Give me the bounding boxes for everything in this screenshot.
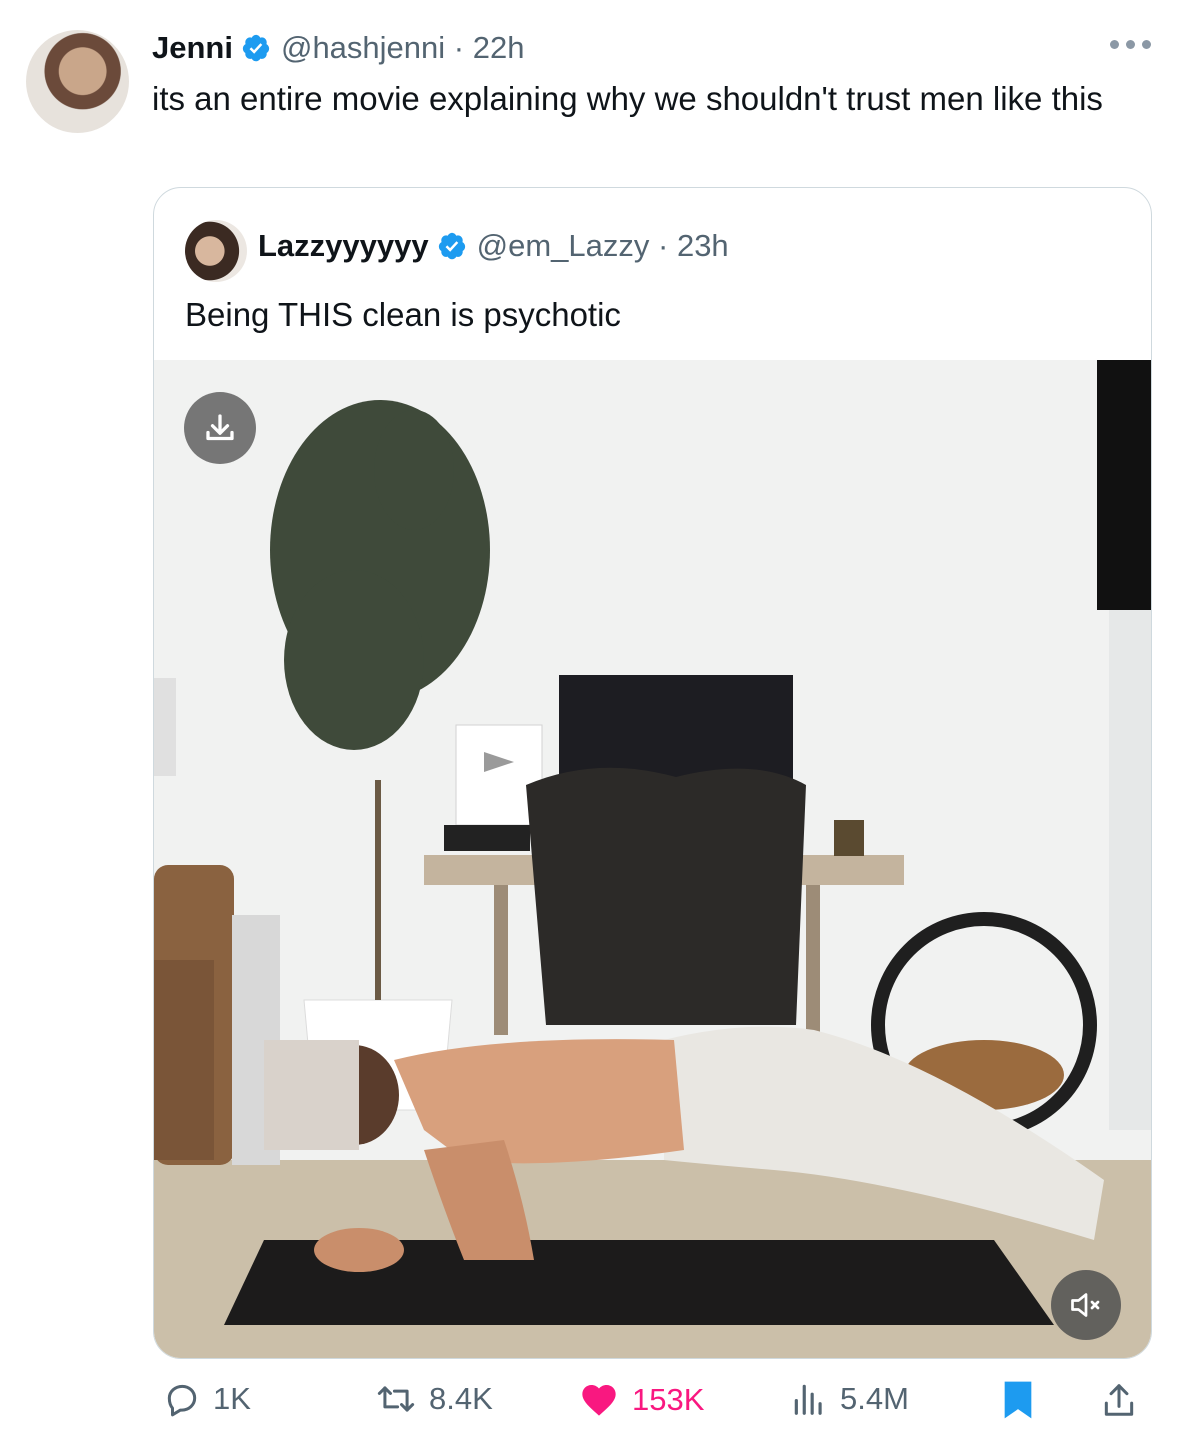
tweet-header: Jenni @hashjenni · 22h [152,28,524,68]
tweet-time[interactable]: 22h [473,30,525,66]
like-count: 153K [632,1382,705,1417]
more-icon[interactable] [1110,40,1151,49]
mute-icon [1071,1293,1100,1317]
separator-dot: · [649,228,677,263]
views-icon [794,1384,822,1415]
quoted-author-name[interactable]: Lazzyyyyyy [258,228,429,264]
reply-icon [167,1384,197,1417]
mute-button[interactable] [1051,1270,1121,1340]
views-button[interactable]: 5.4M [790,1380,909,1418]
quoted-author-handle[interactable]: @em_Lazzy [477,228,650,264]
action-bar: 1K 8.4K 153K 5.4M [0,1380,1179,1430]
quoted-tweet-text: Being THIS clean is psychotic [185,296,621,333]
repost-icon [377,1386,415,1412]
reply-button[interactable]: 1K [163,1380,251,1418]
download-button[interactable] [184,392,256,464]
bookmark-button[interactable] [1000,1380,1036,1420]
author-handle[interactable]: @hashjenni [281,30,445,66]
verified-badge-icon [438,232,465,260]
reply-count: 1K [213,1381,251,1416]
video-frame [154,360,1151,1358]
repost-button[interactable]: 8.4K [375,1380,493,1418]
quoted-tweet-header: Lazzyyyyyy @em_Lazzy · 23h [258,228,729,264]
views-count: 5.4M [840,1381,909,1416]
like-button[interactable]: 153K [578,1380,704,1420]
author-name[interactable]: Jenni [152,30,233,66]
quoted-tweet-time[interactable]: 23h [677,228,729,264]
repost-count: 8.4K [429,1381,493,1416]
verified-badge-icon [242,34,270,62]
video-player[interactable] [154,360,1151,1358]
quoted-tweet-card[interactable]: Lazzyyyyyy @em_Lazzy · 23h Being THIS cl… [153,187,1152,1359]
share-icon [1104,1384,1134,1416]
author-avatar[interactable] [26,30,129,133]
download-icon [206,414,234,441]
bookmark-icon [1004,1381,1032,1419]
separator-dot: · [445,30,473,65]
share-button[interactable] [1100,1380,1138,1420]
heart-icon [582,1385,616,1416]
quoted-author-avatar[interactable] [185,220,247,282]
tweet-text: its an entire movie explaining why we sh… [152,80,1103,117]
